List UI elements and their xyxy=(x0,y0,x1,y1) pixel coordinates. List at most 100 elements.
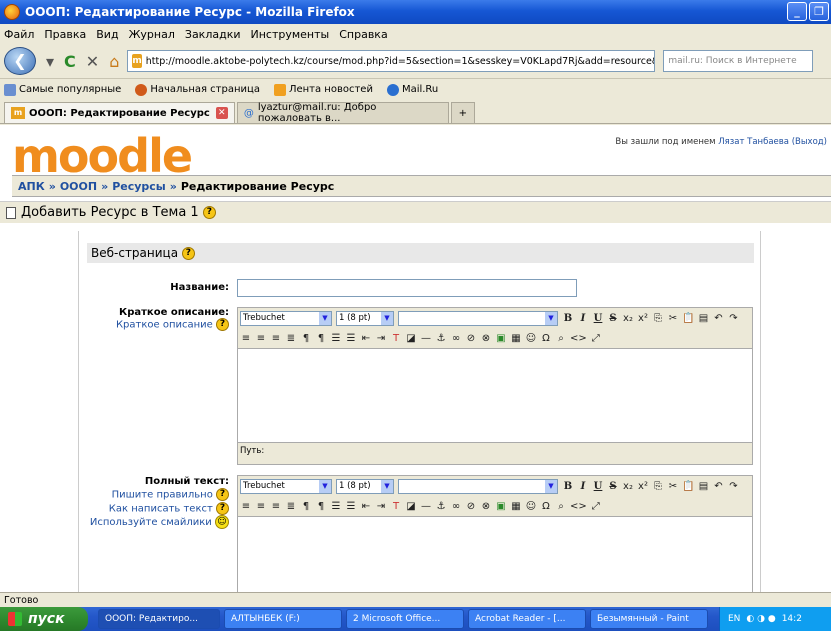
ltr-icon[interactable]: ¶ xyxy=(300,501,312,512)
redo-icon[interactable]: ↷ xyxy=(727,481,739,492)
search-replace-icon[interactable]: ⌕ xyxy=(555,501,567,512)
italic-icon[interactable]: I xyxy=(577,313,589,324)
table-icon[interactable]: ▦ xyxy=(510,501,522,512)
align-center-icon[interactable]: ≡ xyxy=(255,501,267,512)
undo-icon[interactable]: ↶ xyxy=(712,313,724,324)
italic-icon[interactable]: I xyxy=(577,481,589,492)
help-icon[interactable]: ? xyxy=(216,488,229,501)
taskbar-item-firefox[interactable]: ОООП: Редактиро... xyxy=(98,609,220,629)
html-source-icon[interactable]: <> xyxy=(570,333,587,344)
ordered-list-icon[interactable]: ☰ xyxy=(330,333,342,344)
unlink-icon[interactable]: ⊘ xyxy=(465,501,477,512)
bookmark-news-feed[interactable]: Лента новостей xyxy=(273,83,373,96)
close-tab-icon[interactable]: ✕ xyxy=(215,107,228,119)
outdent-icon[interactable]: ⇤ xyxy=(360,333,372,344)
undo-icon[interactable]: ↶ xyxy=(712,481,724,492)
subscript-icon[interactable]: x₂ xyxy=(622,481,634,492)
home-icon[interactable]: ⌂ xyxy=(109,52,119,71)
smiley-icon[interactable]: ☺ xyxy=(215,515,229,529)
user-name-link[interactable]: Лязат Танбаева xyxy=(718,137,789,147)
unordered-list-icon[interactable]: ☰ xyxy=(345,333,357,344)
help-link-spelling[interactable]: Пишите правильно xyxy=(112,490,213,501)
subscript-icon[interactable]: x₂ xyxy=(622,313,634,324)
menu-help[interactable]: Справка xyxy=(339,28,387,41)
forward-dropdown-icon[interactable]: ▾ xyxy=(46,52,54,71)
clean-word-icon[interactable]: ▤ xyxy=(697,313,709,324)
text-color-icon[interactable]: T xyxy=(390,333,402,344)
breadcrumb-resources[interactable]: Ресурсы xyxy=(112,180,166,193)
indent-icon[interactable]: ⇥ xyxy=(375,501,387,512)
paste-icon[interactable]: 📋 xyxy=(682,313,694,324)
menu-tools[interactable]: Инструменты xyxy=(251,28,330,41)
unlink-icon[interactable]: ⊘ xyxy=(465,333,477,344)
size-select[interactable]: 1 (8 pt) ▼ xyxy=(336,478,394,494)
text-color-icon[interactable]: T xyxy=(390,501,402,512)
anchor-icon[interactable]: ⚓ xyxy=(435,333,447,344)
redo-icon[interactable]: ↷ xyxy=(727,313,739,324)
ltr-icon[interactable]: ¶ xyxy=(300,333,312,344)
menu-file[interactable]: Файл xyxy=(4,28,34,41)
smiley-icon[interactable]: ☺ xyxy=(525,501,537,512)
fullscreen-icon[interactable]: ⤢ xyxy=(590,501,602,512)
image-icon[interactable]: ▣ xyxy=(495,501,507,512)
logout-link[interactable]: (Выход) xyxy=(792,137,827,147)
copy-icon[interactable]: ⎘ xyxy=(652,481,664,492)
rtl-icon[interactable]: ¶ xyxy=(315,501,327,512)
summary-textarea[interactable] xyxy=(238,348,752,442)
align-right-icon[interactable]: ≡ xyxy=(270,501,282,512)
strikethrough-icon[interactable]: S xyxy=(607,313,619,324)
paste-icon[interactable]: 📋 xyxy=(682,481,694,492)
tray-icons[interactable]: ◐ ◑ ● xyxy=(746,614,775,624)
nolink-icon[interactable]: ⊗ xyxy=(480,333,492,344)
menu-view[interactable]: Вид xyxy=(96,28,118,41)
smiley-icon[interactable]: ☺ xyxy=(525,333,537,344)
restore-button[interactable]: ❐ xyxy=(809,2,829,21)
stop-icon[interactable]: ✕ xyxy=(86,52,99,71)
help-link-smileys[interactable]: Используйте смайлики xyxy=(90,517,212,528)
bold-icon[interactable]: B xyxy=(562,313,574,324)
bookmark-start-page[interactable]: Начальная страница xyxy=(135,83,260,96)
unordered-list-icon[interactable]: ☰ xyxy=(345,501,357,512)
align-left-icon[interactable]: ≡ xyxy=(240,501,252,512)
new-tab-button[interactable]: + xyxy=(450,102,475,123)
superscript-icon[interactable]: x² xyxy=(637,313,649,324)
help-icon[interactable]: ? xyxy=(181,246,195,260)
start-button[interactable]: пуск xyxy=(0,607,88,631)
copy-icon[interactable]: ⎘ xyxy=(652,313,664,324)
taskbar-item-paint[interactable]: Безымянный - Paint xyxy=(590,609,708,629)
search-replace-icon[interactable]: ⌕ xyxy=(555,333,567,344)
font-select[interactable]: Trebuchet ▼ xyxy=(240,310,332,326)
bookmark-most-visited[interactable]: Самые популярные xyxy=(4,83,121,96)
tab-mail[interactable]: @ lyaztur@mail.ru: Добро пожаловать в... xyxy=(236,102,449,124)
size-select[interactable]: 1 (8 pt) ▼ xyxy=(336,310,394,326)
underline-icon[interactable]: U xyxy=(592,481,604,492)
format-select[interactable]: ▼ xyxy=(398,478,558,494)
hr-icon[interactable]: — xyxy=(420,501,432,512)
cut-icon[interactable]: ✂ xyxy=(667,313,679,324)
image-icon[interactable]: ▣ xyxy=(495,333,507,344)
ordered-list-icon[interactable]: ☰ xyxy=(330,501,342,512)
strikethrough-icon[interactable]: S xyxy=(607,481,619,492)
fullscreen-icon[interactable]: ⤢ xyxy=(590,333,602,344)
address-bar[interactable]: m http://moodle.aktobe-polytech.kz/cours… xyxy=(127,50,656,72)
reload-icon[interactable]: C xyxy=(64,52,76,71)
hr-icon[interactable]: — xyxy=(420,333,432,344)
help-icon[interactable]: ? xyxy=(216,501,229,515)
indent-icon[interactable]: ⇥ xyxy=(375,333,387,344)
tab-moodle[interactable]: m ОООП: Редактирование Ресурс ✕ xyxy=(4,102,235,123)
special-char-icon[interactable]: Ω xyxy=(540,333,552,344)
name-field[interactable] xyxy=(237,279,577,297)
font-select[interactable]: Trebuchet ▼ xyxy=(240,478,332,494)
bg-color-icon[interactable]: ◪ xyxy=(405,333,417,344)
special-char-icon[interactable]: Ω xyxy=(540,501,552,512)
clean-word-icon[interactable]: ▤ xyxy=(697,481,709,492)
fulltext-textarea[interactable] xyxy=(238,516,752,592)
table-icon[interactable]: ▦ xyxy=(510,333,522,344)
bg-color-icon[interactable]: ◪ xyxy=(405,501,417,512)
language-indicator[interactable]: EN xyxy=(728,614,740,624)
help-icon[interactable]: ? xyxy=(202,206,216,219)
menu-bookmarks[interactable]: Закладки xyxy=(185,28,241,41)
help-icon[interactable]: ? xyxy=(216,318,229,331)
link-icon[interactable]: ∞ xyxy=(450,333,462,344)
menu-edit[interactable]: Правка xyxy=(44,28,86,41)
